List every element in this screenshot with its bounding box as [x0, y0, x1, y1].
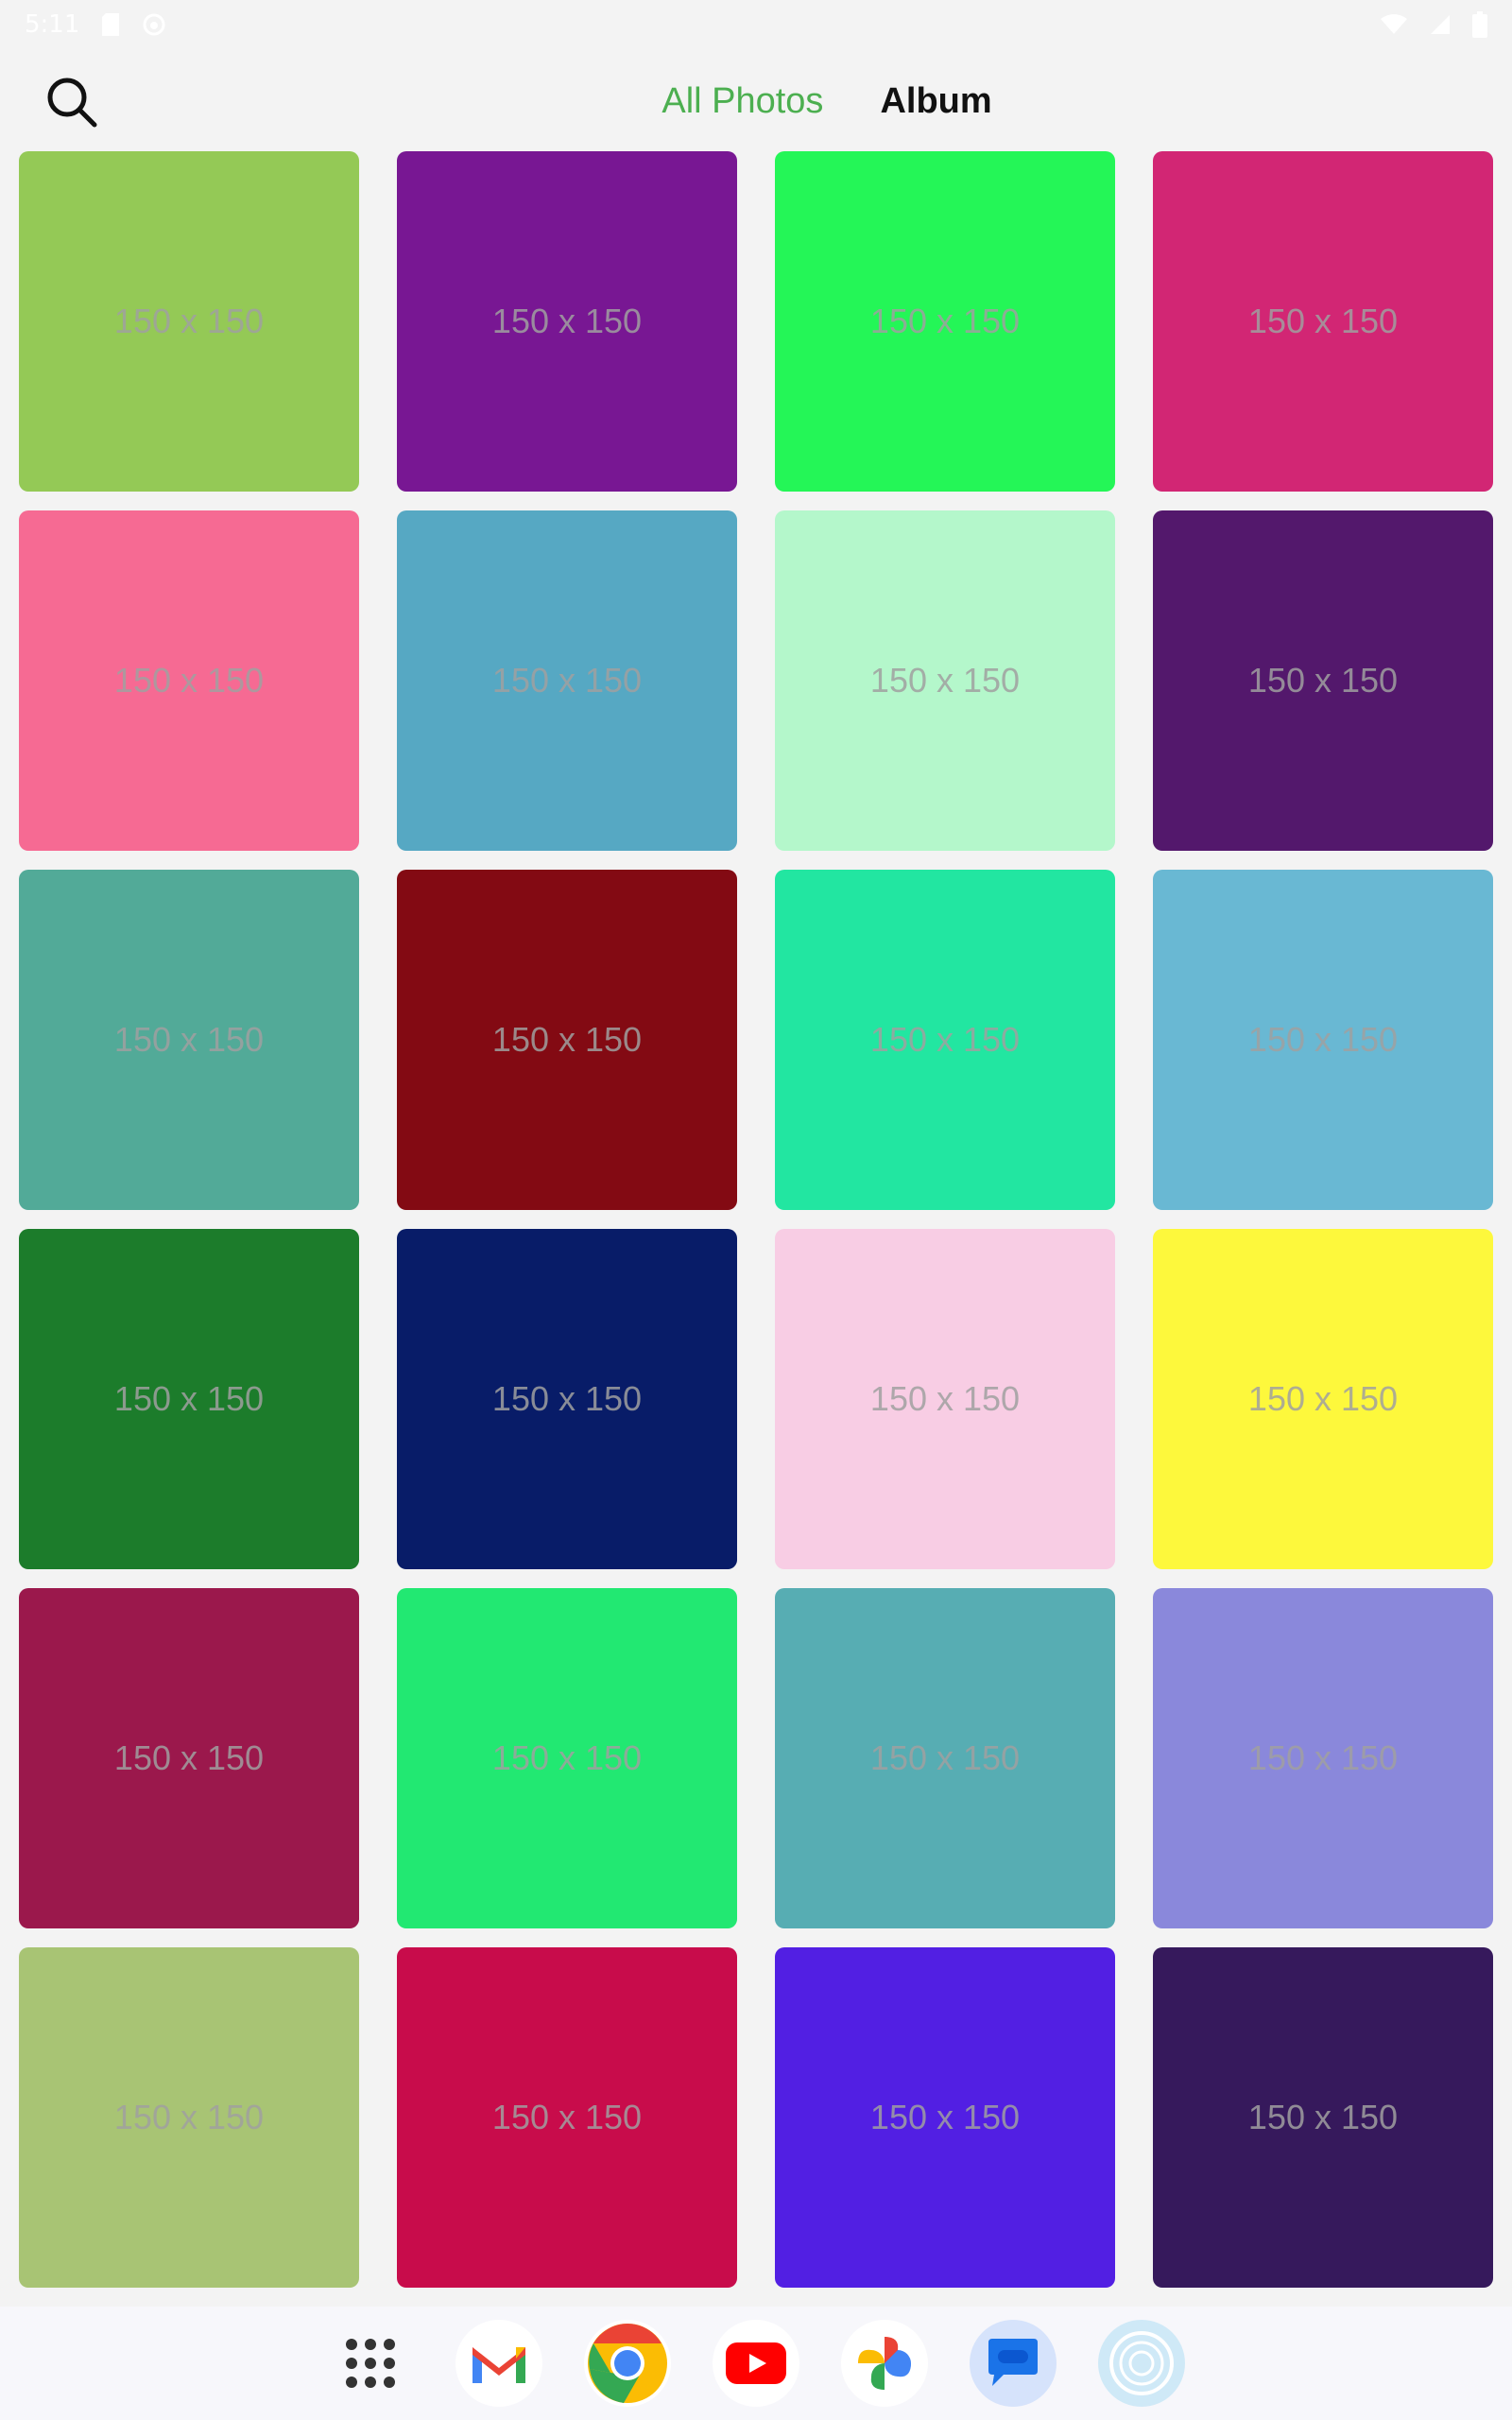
- photo-tile[interactable]: 150 x 150: [775, 1229, 1115, 1569]
- photo-tile[interactable]: 150 x 150: [775, 1588, 1115, 1928]
- app-drawer-button[interactable]: [327, 2320, 414, 2407]
- photo-placeholder-label: 150 x 150: [1247, 302, 1399, 340]
- photo-tile[interactable]: 150 x 150: [1153, 1947, 1493, 2288]
- assistant-app[interactable]: [1098, 2320, 1185, 2407]
- photo-placeholder-label: 150 x 150: [491, 1738, 643, 1777]
- photo-placeholder-label: 150 x 150: [113, 302, 265, 340]
- photo-tile[interactable]: 150 x 150: [19, 1947, 359, 2288]
- messages-app[interactable]: [970, 2320, 1057, 2407]
- app-dock: [0, 2307, 1512, 2420]
- photo-tile[interactable]: 150 x 150: [1153, 151, 1493, 492]
- photo-placeholder-label: 150 x 150: [113, 661, 265, 700]
- photo-placeholder-label: 150 x 150: [869, 302, 1021, 340]
- photos-icon: [854, 2333, 915, 2394]
- photo-placeholder-label: 150 x 150: [491, 302, 643, 340]
- search-icon: [43, 74, 100, 135]
- photo-tile[interactable]: 150 x 150: [775, 151, 1115, 492]
- photo-tile[interactable]: 150 x 150: [397, 1229, 737, 1569]
- cell-signal-icon: [1429, 13, 1452, 36]
- app-drawer-icon: [342, 2335, 399, 2392]
- photo-tile[interactable]: 150 x 150: [19, 151, 359, 492]
- gmail-icon: [469, 2340, 529, 2387]
- photo-tile[interactable]: 150 x 150: [19, 510, 359, 851]
- photo-tile[interactable]: 150 x 150: [775, 870, 1115, 1210]
- photo-placeholder-label: 150 x 150: [491, 661, 643, 700]
- photo-placeholder-label: 150 x 150: [113, 1379, 265, 1418]
- photo-tile[interactable]: 150 x 150: [19, 870, 359, 1210]
- photo-tile[interactable]: 150 x 150: [397, 510, 737, 851]
- youtube-icon: [726, 2342, 786, 2384]
- sd-card-icon: [100, 12, 121, 37]
- photo-placeholder-label: 150 x 150: [869, 661, 1021, 700]
- photo-grid: 150 x 150 150 x 150 150 x 150 150 x 150 150 …: [19, 151, 1493, 2288]
- photo-placeholder-label: 150 x 150: [113, 1020, 265, 1059]
- photo-tile[interactable]: 150 x 150: [397, 151, 737, 492]
- photo-tile[interactable]: 150 x 150: [19, 1588, 359, 1928]
- search-button[interactable]: [36, 68, 108, 140]
- tab-all-photos[interactable]: All Photos: [662, 81, 823, 122]
- youtube-app[interactable]: [713, 2320, 799, 2407]
- assistant-icon: [1108, 2329, 1176, 2397]
- messages-icon: [985, 2337, 1041, 2390]
- photo-placeholder-label: 150 x 150: [491, 2098, 643, 2136]
- photo-placeholder-label: 150 x 150: [113, 1738, 265, 1777]
- photo-placeholder-label: 150 x 150: [113, 2098, 265, 2136]
- photo-placeholder-label: 150 x 150: [1247, 661, 1399, 700]
- photo-tile[interactable]: 150 x 150: [19, 1229, 359, 1569]
- photo-placeholder-label: 150 x 150: [869, 1738, 1021, 1777]
- status-left: 5:11: [25, 10, 166, 39]
- status-right: [1380, 11, 1487, 38]
- photo-tile[interactable]: 150 x 150: [1153, 870, 1493, 1210]
- photo-placeholder-label: 150 x 150: [491, 1020, 643, 1059]
- photo-placeholder-label: 150 x 150: [869, 2098, 1021, 2136]
- photo-placeholder-label: 150 x 150: [869, 1379, 1021, 1418]
- battery-icon: [1472, 11, 1487, 38]
- photo-placeholder-label: 150 x 150: [1247, 2098, 1399, 2136]
- status-bar: 5:11: [0, 0, 1512, 49]
- status-time: 5:11: [25, 10, 80, 39]
- photo-placeholder-label: 150 x 150: [1247, 1020, 1399, 1059]
- chrome-icon: [586, 2322, 669, 2405]
- top-bar: All Photos Album: [0, 49, 1512, 153]
- photo-placeholder-label: 150 x 150: [1247, 1379, 1399, 1418]
- chrome-app[interactable]: [584, 2320, 671, 2407]
- photo-tile[interactable]: 150 x 150: [397, 870, 737, 1210]
- tab-album[interactable]: Album: [880, 81, 991, 122]
- photo-tile[interactable]: 150 x 150: [1153, 510, 1493, 851]
- photo-placeholder-label: 150 x 150: [491, 1379, 643, 1418]
- photo-tile[interactable]: 150 x 150: [397, 1947, 737, 2288]
- tab-bar: All Photos Album: [0, 49, 1512, 153]
- photo-tile[interactable]: 150 x 150: [1153, 1229, 1493, 1569]
- photo-tile[interactable]: 150 x 150: [775, 510, 1115, 851]
- photos-app[interactable]: [841, 2320, 928, 2407]
- photo-tile[interactable]: 150 x 150: [1153, 1588, 1493, 1928]
- shield-icon: [142, 12, 166, 37]
- gmail-app[interactable]: [455, 2320, 542, 2407]
- photo-placeholder-label: 150 x 150: [1247, 1738, 1399, 1777]
- photo-tile[interactable]: 150 x 150: [775, 1947, 1115, 2288]
- wifi-icon: [1380, 13, 1408, 36]
- photo-placeholder-label: 150 x 150: [869, 1020, 1021, 1059]
- photo-tile[interactable]: 150 x 150: [397, 1588, 737, 1928]
